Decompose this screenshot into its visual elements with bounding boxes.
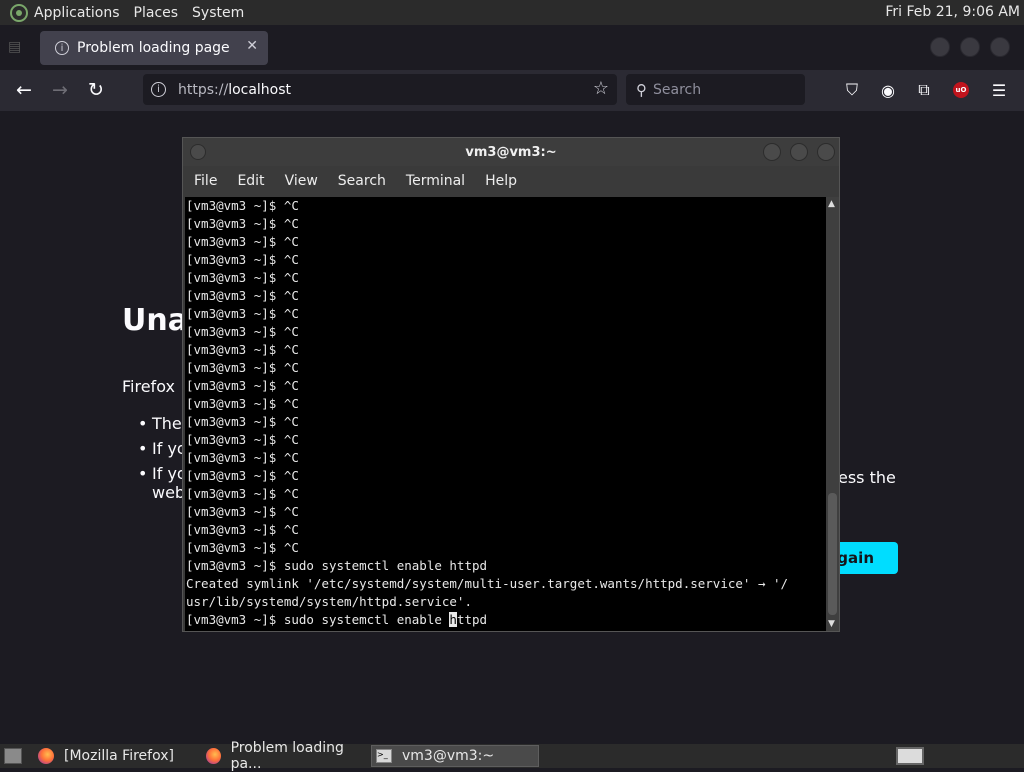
- applications-icon[interactable]: [10, 3, 28, 22]
- firefox-navbar: ← → ↻ i https://localhost ☆ ⚲ Search ⛉ ◉…: [0, 70, 1024, 111]
- terminal-line: [vm3@vm3 ~]$ ^C: [186, 342, 299, 357]
- terminal-line: [vm3@vm3 ~]$ sudo systemctl enable httpd: [186, 558, 488, 573]
- minimize-button[interactable]: [930, 37, 950, 57]
- terminal-line: [vm3@vm3 ~]$ ^C: [186, 234, 299, 249]
- firefox-icon: [206, 748, 221, 764]
- site-info-icon[interactable]: i: [151, 82, 166, 97]
- menu-view[interactable]: View: [285, 173, 318, 189]
- extensions-icon[interactable]: ⧉: [913, 79, 935, 101]
- scroll-up-icon[interactable]: ▲: [828, 199, 835, 209]
- menu-file[interactable]: File: [194, 173, 217, 189]
- url-bar[interactable]: i https://localhost ☆: [143, 74, 617, 105]
- bottom-panel: [Mozilla Firefox] Problem loading pa... …: [0, 740, 1024, 772]
- terminal-window: vm3@vm3:~ File Edit View Search Terminal…: [182, 137, 840, 632]
- firefox-icon: [38, 748, 54, 764]
- terminal-line: [vm3@vm3 ~]$ ^C: [186, 324, 299, 339]
- list-item: If yoweb: [138, 464, 187, 502]
- terminal-line: [vm3@vm3 ~]$ ^C: [186, 414, 299, 429]
- task-label: [Mozilla Firefox]: [64, 748, 174, 764]
- terminal-input-line: [vm3@vm3 ~]$ sudo systemctl enable httpd: [186, 612, 488, 627]
- terminal-line: [vm3@vm3 ~]$ ^C: [186, 288, 299, 303]
- error-suggestions: The If yo If yoweb: [138, 414, 187, 508]
- terminal-menubar: File Edit View Search Terminal Help: [183, 166, 839, 196]
- menu-edit[interactable]: Edit: [237, 173, 264, 189]
- task-label: Problem loading pa...: [230, 740, 344, 772]
- terminal-line: [vm3@vm3 ~]$ ^C: [186, 378, 299, 393]
- account-icon[interactable]: ◉: [877, 79, 899, 101]
- task-firefox[interactable]: [Mozilla Firefox]: [38, 745, 198, 767]
- url-protocol: https://: [178, 81, 229, 98]
- terminal-line: [vm3@vm3 ~]$ ^C: [186, 468, 299, 483]
- list-item: The: [138, 414, 187, 433]
- menu-system[interactable]: System: [192, 5, 244, 21]
- terminal-line: [vm3@vm3 ~]$ ^C: [186, 252, 299, 267]
- scroll-down-icon[interactable]: ▼: [828, 619, 835, 629]
- pocket-icon[interactable]: ⛉: [841, 79, 863, 101]
- menu-places[interactable]: Places: [134, 5, 179, 21]
- terminal-line: [vm3@vm3 ~]$ ^C: [186, 216, 299, 231]
- ublock-icon[interactable]: uO: [950, 79, 972, 101]
- search-placeholder: Search: [653, 81, 702, 98]
- menu-search[interactable]: Search: [338, 173, 386, 189]
- top-panel: Applications Places System Fri Feb 21, 9…: [0, 0, 1024, 25]
- hamburger-menu-icon[interactable]: ☰: [988, 79, 1010, 101]
- error-tail-text: ess the: [838, 468, 896, 487]
- terminal-line: [vm3@vm3 ~]$ ^C: [186, 432, 299, 447]
- terminal-line: [vm3@vm3 ~]$ ^C: [186, 306, 299, 321]
- terminal-line: [vm3@vm3 ~]$ ^C: [186, 486, 299, 501]
- close-tab-icon[interactable]: ✕: [246, 38, 258, 54]
- list-item: If yo: [138, 439, 187, 458]
- show-desktop-icon[interactable]: [4, 748, 22, 764]
- scrollbar-thumb[interactable]: [828, 493, 837, 615]
- terminal-line: [vm3@vm3 ~]$ ^C: [186, 360, 299, 375]
- menu-help[interactable]: Help: [485, 173, 517, 189]
- terminal-title: vm3@vm3:~: [465, 144, 557, 160]
- tab-problem-loading[interactable]: i Problem loading page ✕: [40, 31, 268, 65]
- terminal-line: [vm3@vm3 ~]$ ^C: [186, 522, 299, 537]
- bookmark-star-icon[interactable]: ☆: [593, 78, 609, 99]
- task-terminal[interactable]: >_ vm3@vm3:~: [371, 745, 539, 767]
- clock[interactable]: Fri Feb 21, 9:06 AM: [885, 4, 1020, 20]
- task-label: vm3@vm3:~: [402, 748, 495, 764]
- terminal-window-controls: [763, 143, 835, 161]
- forward-arrow-icon[interactable]: →: [49, 79, 71, 101]
- terminal-close-button[interactable]: [817, 143, 835, 161]
- terminal-scrollbar[interactable]: ▲ ▼: [826, 197, 839, 631]
- terminal-line: usr/lib/systemd/system/httpd.service'.: [186, 594, 472, 609]
- text-cursor: h: [449, 612, 457, 627]
- back-arrow-icon[interactable]: ←: [13, 79, 35, 101]
- menu-applications[interactable]: Applications: [34, 5, 120, 21]
- terminal-line: Created symlink '/etc/systemd/system/mul…: [186, 576, 789, 591]
- terminal-icon: >_: [376, 749, 392, 763]
- terminal-titlebar[interactable]: vm3@vm3:~: [183, 138, 839, 166]
- url-host: localhost: [228, 81, 292, 98]
- terminal-minimize-button[interactable]: [763, 143, 781, 161]
- terminal-maximize-button[interactable]: [790, 143, 808, 161]
- error-title: Una: [122, 303, 188, 338]
- tab-title: Problem loading page: [77, 40, 230, 56]
- search-input[interactable]: ⚲ Search: [626, 74, 805, 105]
- firefox-tab-strip: ▤ i Problem loading page ✕: [0, 25, 1024, 70]
- task-problem-loading[interactable]: Problem loading pa...: [206, 740, 366, 772]
- window-controls: [930, 37, 1010, 57]
- terminal-line: [vm3@vm3 ~]$ ^C: [186, 540, 299, 555]
- terminal-line: [vm3@vm3 ~]$ ^C: [186, 198, 299, 213]
- menu-terminal[interactable]: Terminal: [406, 173, 465, 189]
- terminal-line: [vm3@vm3 ~]$ ^C: [186, 450, 299, 465]
- maximize-button[interactable]: [960, 37, 980, 57]
- terminal-line: [vm3@vm3 ~]$ ^C: [186, 504, 299, 519]
- error-intro: Firefox: [122, 377, 175, 396]
- window-menu-icon[interactable]: [190, 144, 206, 160]
- terminal-line: [vm3@vm3 ~]$ ^C: [186, 270, 299, 285]
- close-window-button[interactable]: [990, 37, 1010, 57]
- terminal-output[interactable]: [vm3@vm3 ~]$ ^C [vm3@vm3 ~]$ ^C [vm3@vm3 ~…: [185, 197, 827, 631]
- search-icon: ⚲: [636, 80, 647, 99]
- terminal-line: [vm3@vm3 ~]$ ^C: [186, 396, 299, 411]
- reload-icon[interactable]: ↻: [85, 79, 107, 101]
- workspace-switcher[interactable]: [896, 747, 924, 765]
- info-icon: i: [55, 41, 69, 55]
- tab-list-icon[interactable]: ▤: [8, 39, 26, 55]
